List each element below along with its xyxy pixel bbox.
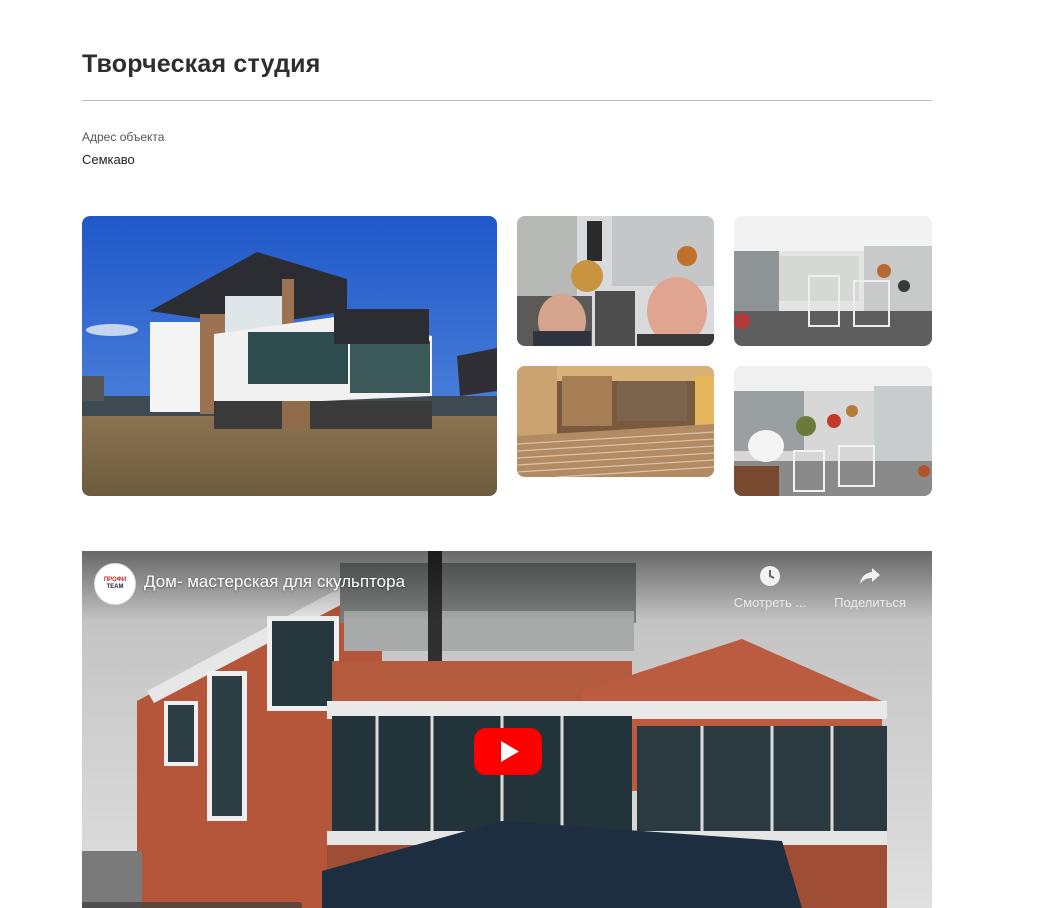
share-label: Поделиться	[834, 595, 906, 610]
title-divider	[82, 100, 932, 101]
channel-logo[interactable]: ПРОФИ ТЕАМ	[94, 563, 136, 605]
video-progress-bar[interactable]	[82, 902, 302, 908]
play-button[interactable]	[474, 728, 542, 775]
video-player[interactable]: ПРОФИ ТЕАМ Дом- мастерская для скульптор…	[82, 551, 932, 908]
share-button[interactable]: Поделиться	[825, 563, 915, 610]
address-value: Семкаво	[82, 152, 135, 167]
gallery-hall-photo[interactable]	[734, 216, 932, 346]
share-icon	[825, 563, 915, 589]
clock-icon	[725, 563, 815, 589]
watch-later-label: Смотреть ...	[733, 595, 807, 610]
channel-logo-text-2: ТЕАМ	[106, 584, 124, 590]
play-icon	[474, 728, 542, 775]
studio-selfie-photo[interactable]	[517, 216, 714, 346]
underfloor-heating-photo[interactable]	[517, 366, 714, 477]
video-title[interactable]: Дом- мастерская для скульптора	[144, 572, 405, 592]
watch-later-button[interactable]: Смотреть ...	[725, 563, 815, 610]
sculpture-exhibit-photo[interactable]	[734, 366, 932, 496]
exterior-house-photo[interactable]	[82, 216, 497, 496]
address-label: Адрес объекта	[82, 130, 165, 144]
page-title: Творческая студия	[82, 50, 321, 78]
channel-logo-text-1: ПРОФИ	[103, 577, 127, 583]
